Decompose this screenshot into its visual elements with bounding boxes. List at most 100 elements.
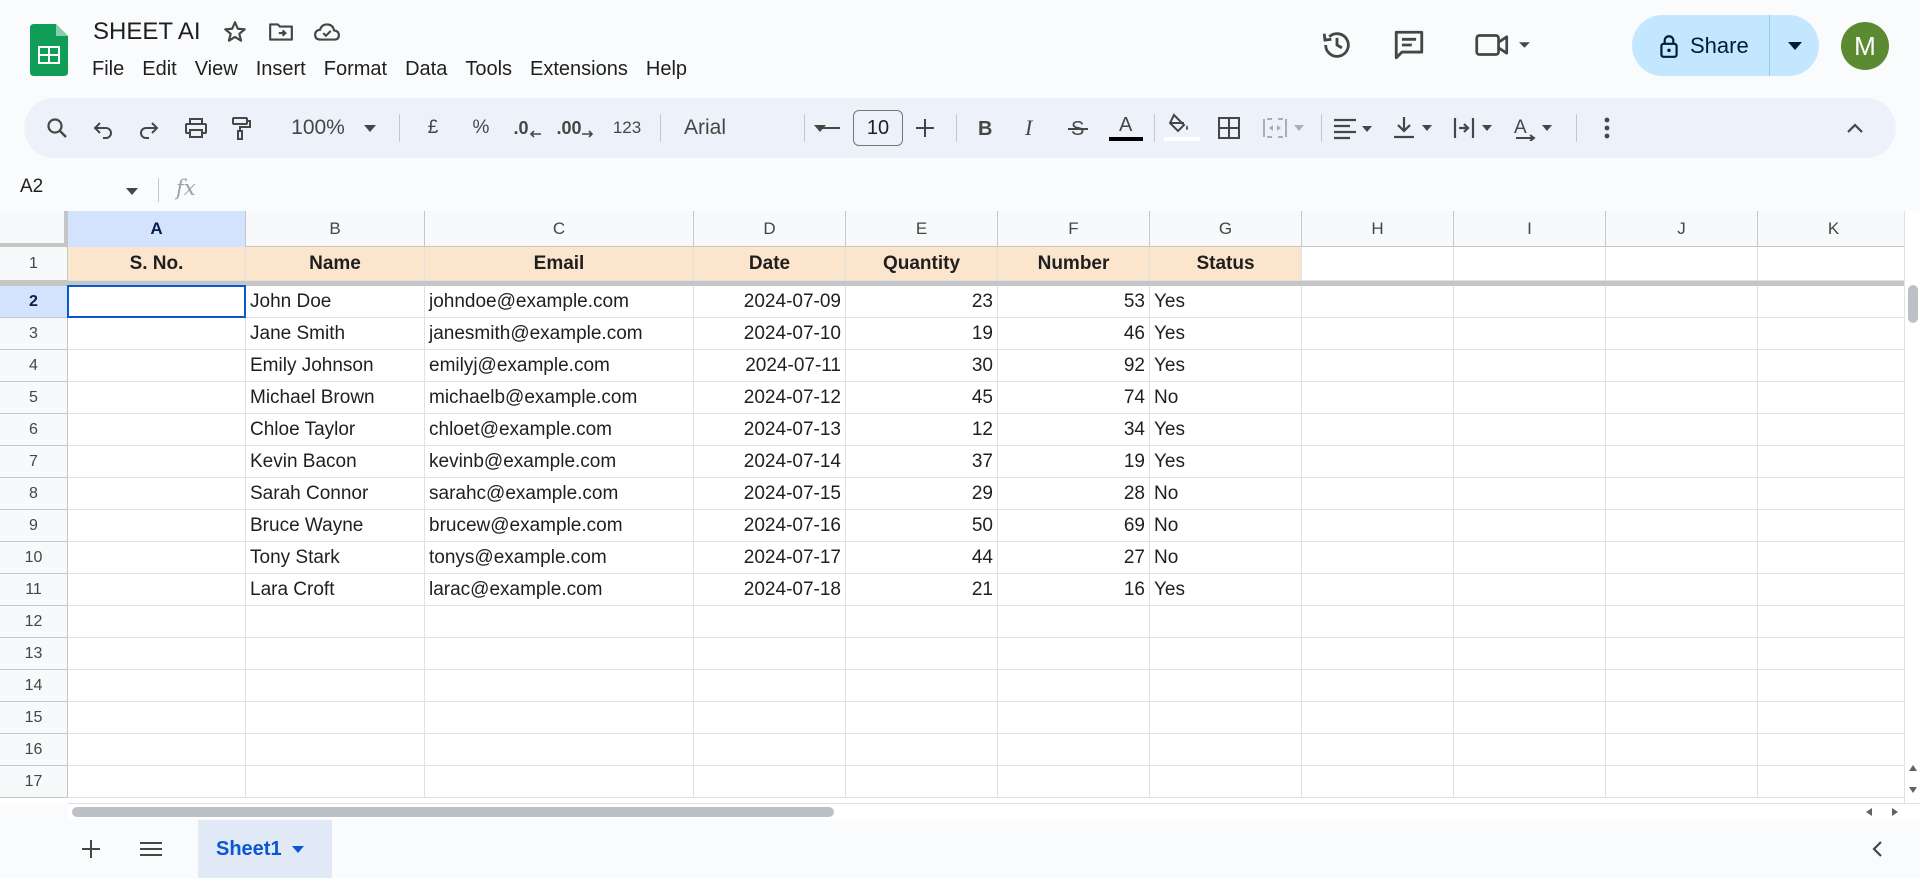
collapse-toolbar-icon[interactable]: [1838, 98, 1872, 158]
cell-a7[interactable]: [68, 446, 246, 478]
cell-a10[interactable]: [68, 542, 246, 574]
cell-k3[interactable]: [1758, 318, 1910, 350]
cell-j3[interactable]: [1606, 318, 1758, 350]
merge-cells-icon[interactable]: [1260, 98, 1314, 158]
cell-e13[interactable]: [846, 638, 998, 670]
cell-g7[interactable]: Yes: [1150, 446, 1302, 478]
cell-b10[interactable]: Tony Stark: [246, 542, 425, 574]
move-to-folder-icon[interactable]: [267, 18, 295, 46]
scroll-up-arrow-icon[interactable]: [1909, 765, 1917, 771]
cell-j1[interactable]: [1606, 247, 1758, 281]
cell-b5[interactable]: Michael Brown: [246, 382, 425, 414]
cell-k14[interactable]: [1758, 670, 1910, 702]
all-sheets-menu-icon[interactable]: [136, 834, 166, 864]
cell-j17[interactable]: [1606, 766, 1758, 798]
cell-a14[interactable]: [68, 670, 246, 702]
cloud-saved-icon[interactable]: [313, 18, 341, 46]
cell-d6[interactable]: 2024-07-13: [694, 414, 846, 446]
cell-j6[interactable]: [1606, 414, 1758, 446]
cell-a3[interactable]: [68, 318, 246, 350]
cell-a1[interactable]: S. No.: [68, 247, 246, 281]
cell-d13[interactable]: [694, 638, 846, 670]
cell-c1[interactable]: Email: [425, 247, 694, 281]
cell-j5[interactable]: [1606, 382, 1758, 414]
cell-a5[interactable]: [68, 382, 246, 414]
sheets-logo-icon[interactable]: [30, 24, 68, 76]
cell-a4[interactable]: [68, 350, 246, 382]
cell-f5[interactable]: 74: [998, 382, 1150, 414]
percent-format-button[interactable]: %: [464, 98, 498, 158]
share-dropdown-button[interactable]: [1770, 15, 1819, 76]
row-header-2[interactable]: 2: [0, 286, 68, 318]
cell-k13[interactable]: [1758, 638, 1910, 670]
row-header-10[interactable]: 10: [0, 542, 68, 574]
cell-a16[interactable]: [68, 734, 246, 766]
cell-h3[interactable]: [1302, 318, 1454, 350]
cell-e5[interactable]: 45: [846, 382, 998, 414]
cell-i4[interactable]: [1454, 350, 1606, 382]
column-header-e[interactable]: E: [846, 211, 998, 247]
cell-d11[interactable]: 2024-07-18: [694, 574, 846, 606]
cell-e7[interactable]: 37: [846, 446, 998, 478]
cell-k1[interactable]: [1758, 247, 1910, 281]
cell-f16[interactable]: [998, 734, 1150, 766]
menu-format[interactable]: Format: [324, 56, 395, 83]
cell-h16[interactable]: [1302, 734, 1454, 766]
row-header-14[interactable]: 14: [0, 670, 68, 702]
cell-d9[interactable]: 2024-07-16: [694, 510, 846, 542]
cell-g12[interactable]: [1150, 606, 1302, 638]
cell-e4[interactable]: 30: [846, 350, 998, 382]
share-button[interactable]: Share: [1632, 15, 1819, 76]
cell-e8[interactable]: 29: [846, 478, 998, 510]
cell-d8[interactable]: 2024-07-15: [694, 478, 846, 510]
column-header-k[interactable]: K: [1758, 211, 1910, 247]
cell-f4[interactable]: 92: [998, 350, 1150, 382]
cell-d1[interactable]: Date: [694, 247, 846, 281]
cell-b8[interactable]: Sarah Connor: [246, 478, 425, 510]
cell-f12[interactable]: [998, 606, 1150, 638]
more-options-icon[interactable]: [1590, 98, 1624, 158]
cell-e11[interactable]: 21: [846, 574, 998, 606]
cell-f8[interactable]: 28: [998, 478, 1150, 510]
cell-k12[interactable]: [1758, 606, 1910, 638]
cell-k10[interactable]: [1758, 542, 1910, 574]
document-title[interactable]: SHEET AI: [91, 16, 203, 48]
cell-i13[interactable]: [1454, 638, 1606, 670]
cell-g14[interactable]: [1150, 670, 1302, 702]
menu-view[interactable]: View: [195, 56, 246, 83]
meet-icon[interactable]: [1474, 28, 1534, 62]
cell-k9[interactable]: [1758, 510, 1910, 542]
cell-d16[interactable]: [694, 734, 846, 766]
comments-icon[interactable]: [1392, 28, 1426, 62]
cell-h6[interactable]: [1302, 414, 1454, 446]
row-header-15[interactable]: 15: [0, 702, 68, 734]
cell-g11[interactable]: Yes: [1150, 574, 1302, 606]
select-all-corner[interactable]: [0, 211, 68, 247]
cell-e6[interactable]: 12: [846, 414, 998, 446]
row-header-8[interactable]: 8: [0, 478, 68, 510]
cell-f10[interactable]: 27: [998, 542, 1150, 574]
cell-j13[interactable]: [1606, 638, 1758, 670]
search-menus-icon[interactable]: [40, 98, 74, 158]
cell-b17[interactable]: [246, 766, 425, 798]
row-header-4[interactable]: 4: [0, 350, 68, 382]
cell-f7[interactable]: 19: [998, 446, 1150, 478]
cell-h9[interactable]: [1302, 510, 1454, 542]
redo-icon[interactable]: [132, 98, 166, 158]
cell-i8[interactable]: [1454, 478, 1606, 510]
column-header-f[interactable]: F: [998, 211, 1150, 247]
horizontal-scroll-thumb[interactable]: [72, 807, 834, 817]
cell-f14[interactable]: [998, 670, 1150, 702]
print-icon[interactable]: [178, 98, 214, 158]
star-icon[interactable]: [221, 18, 249, 46]
cell-j14[interactable]: [1606, 670, 1758, 702]
cell-h13[interactable]: [1302, 638, 1454, 670]
cell-k11[interactable]: [1758, 574, 1910, 606]
cell-h5[interactable]: [1302, 382, 1454, 414]
cell-f2[interactable]: 53: [998, 286, 1150, 318]
cell-d3[interactable]: 2024-07-10: [694, 318, 846, 350]
cell-d5[interactable]: 2024-07-12: [694, 382, 846, 414]
menu-help[interactable]: Help: [646, 56, 695, 83]
row-header-11[interactable]: 11: [0, 574, 68, 606]
cell-b6[interactable]: Chloe Taylor: [246, 414, 425, 446]
